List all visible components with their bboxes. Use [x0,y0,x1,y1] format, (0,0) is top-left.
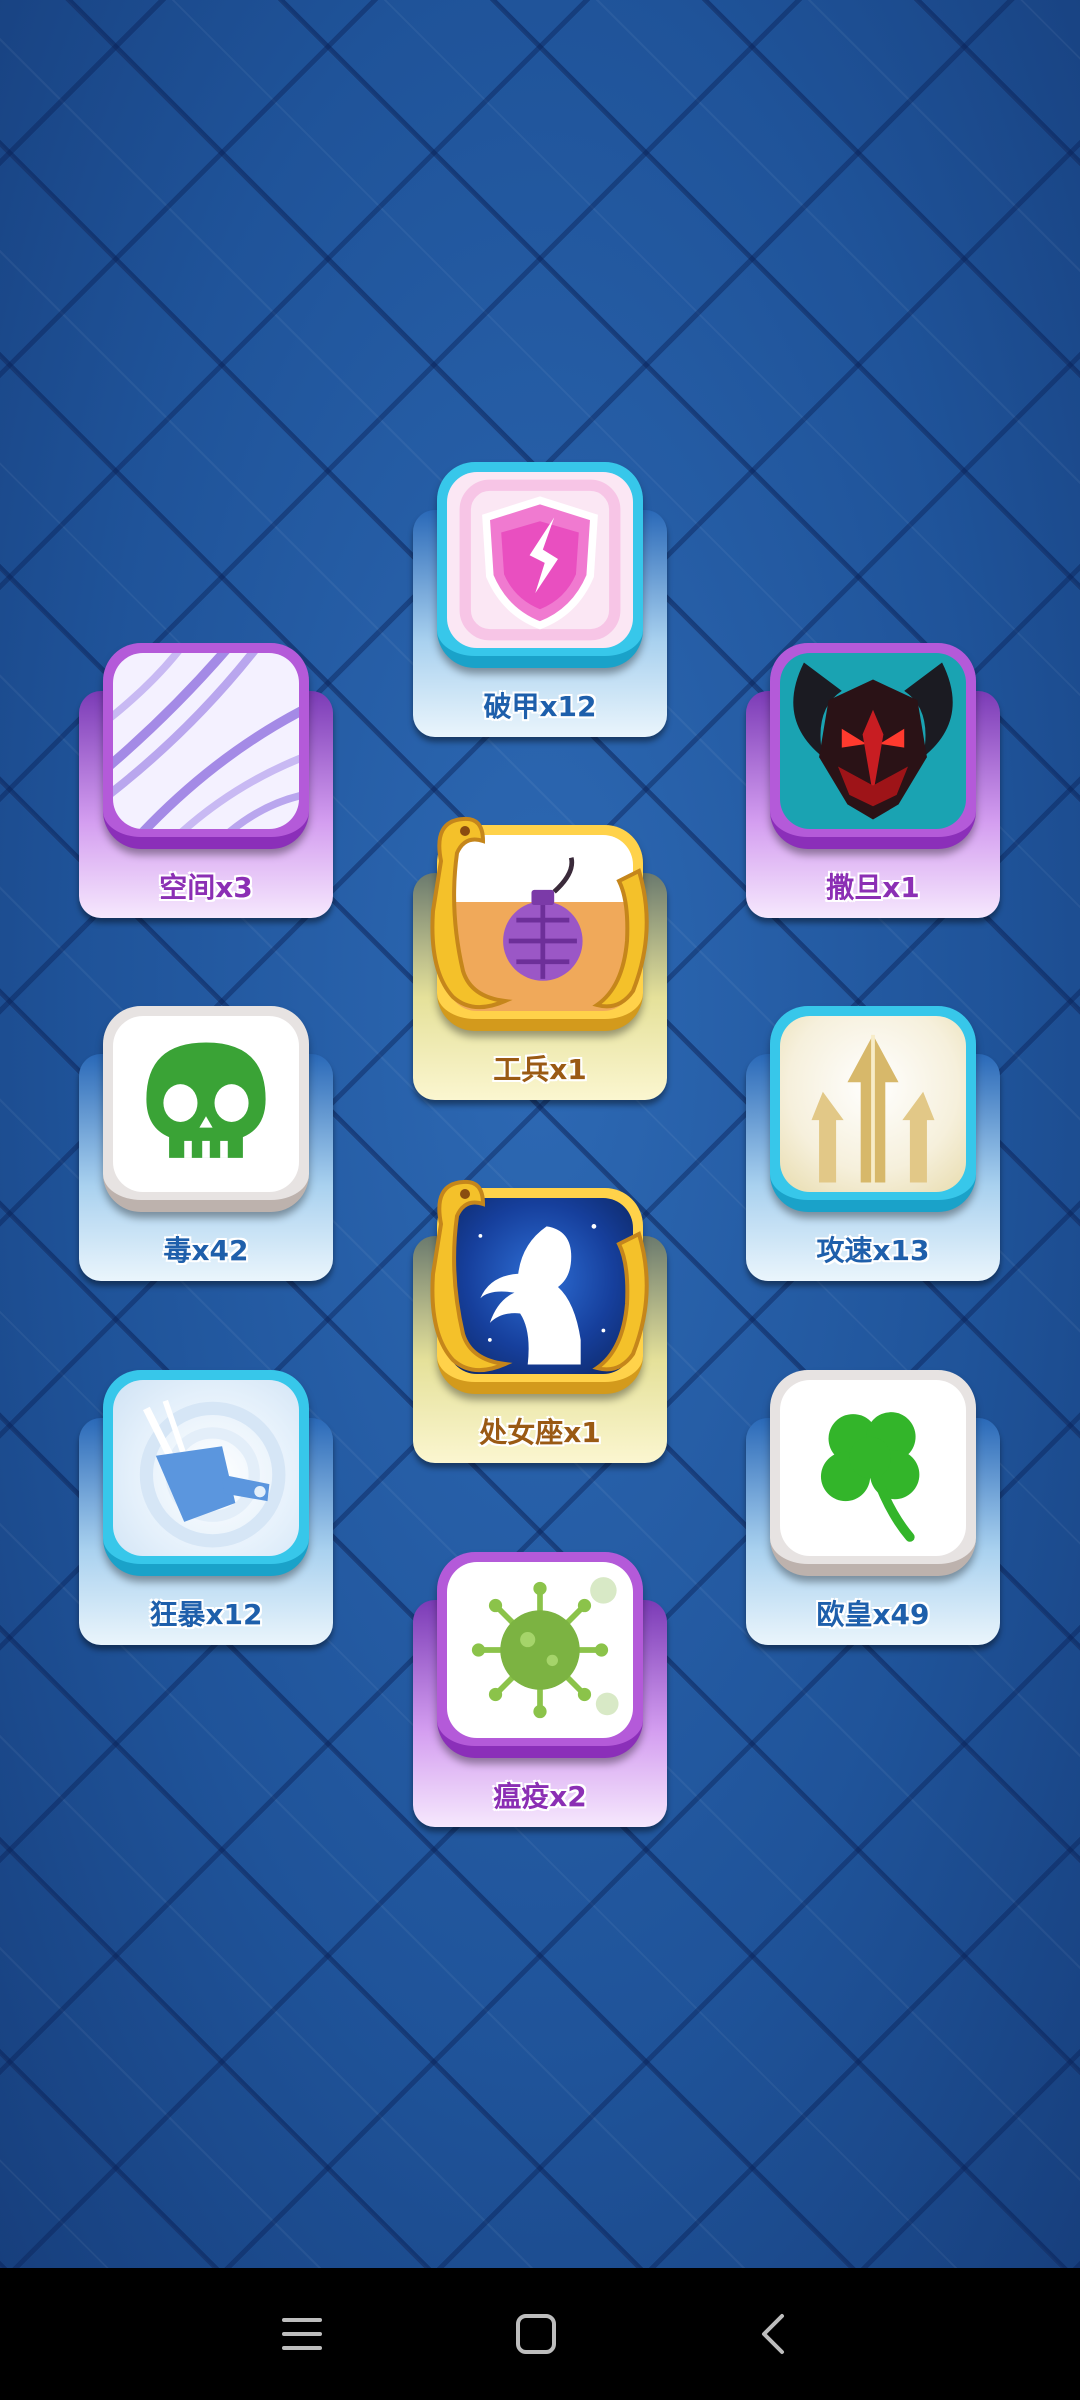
skill-icon-frame [103,643,309,849]
skill-icon-frame [437,1552,643,1758]
skill-card-berserk[interactable]: 狂暴x12 [79,1370,333,1645]
skull-icon [113,1016,299,1192]
back-chevron-icon [762,2314,784,2354]
skill-label: 毒x42 [163,1234,249,1267]
skill-label: 攻速x13 [816,1234,930,1267]
virgo-silhouette-icon [447,1198,633,1374]
demon-mask-icon [780,653,966,829]
skill-label: 欧皇x49 [816,1598,930,1631]
home-button[interactable] [500,2298,572,2370]
skill-label: 撒旦x1 [826,871,920,904]
skill-label: 瘟疫x2 [493,1780,587,1813]
skill-card-armor-break[interactable]: 破甲x12 [413,462,667,737]
home-square-icon [516,2314,556,2354]
skill-card-lucky[interactable]: 欧皇x49 [746,1370,1000,1645]
space-ripple-icon [113,653,299,829]
skill-icon-frame [770,643,976,849]
skill-icon-frame [103,1370,309,1576]
skill-label: 工兵x1 [493,1053,587,1086]
skill-card-plague[interactable]: 瘟疫x2 [413,1552,667,1827]
menu-button[interactable] [266,2298,338,2370]
grenade-icon [447,835,633,1011]
skill-icon-frame [770,1370,976,1576]
virus-icon [447,1562,633,1738]
skill-icon-frame [437,462,643,668]
skill-card-space[interactable]: 空间x3 [79,643,333,918]
skill-icon-frame [437,825,643,1031]
skill-card-engineer[interactable]: 工兵x1 [413,816,667,1100]
hammer-swirl-icon [113,1380,299,1556]
skill-card-satan[interactable]: 撒旦x1 [746,643,1000,918]
skill-icon-frame [770,1006,976,1212]
skill-label: 空间x3 [159,871,253,904]
broken-shield-icon [447,472,633,648]
skill-icon-frame [103,1006,309,1212]
skill-label: 狂暴x12 [149,1598,263,1631]
skill-card-poison[interactable]: 毒x42 [79,1006,333,1281]
menu-icon [282,2318,322,2350]
system-navigation-bar [0,2268,1080,2400]
skill-card-virgo[interactable]: 处女座x1 [413,1179,667,1463]
arrow-blade-icon [780,1016,966,1192]
skill-card-attack-speed[interactable]: 攻速x13 [746,1006,1000,1281]
skill-label: 破甲x12 [483,690,597,723]
back-button[interactable] [736,2298,808,2370]
skill-icon-frame [437,1188,643,1394]
clover-icon [780,1380,966,1556]
skill-board: 破甲x12 空间x3 撒旦x1 工兵x1 毒x42 攻速x13 处女座x1 狂暴… [0,0,1080,2268]
skill-label: 处女座x1 [479,1416,601,1449]
